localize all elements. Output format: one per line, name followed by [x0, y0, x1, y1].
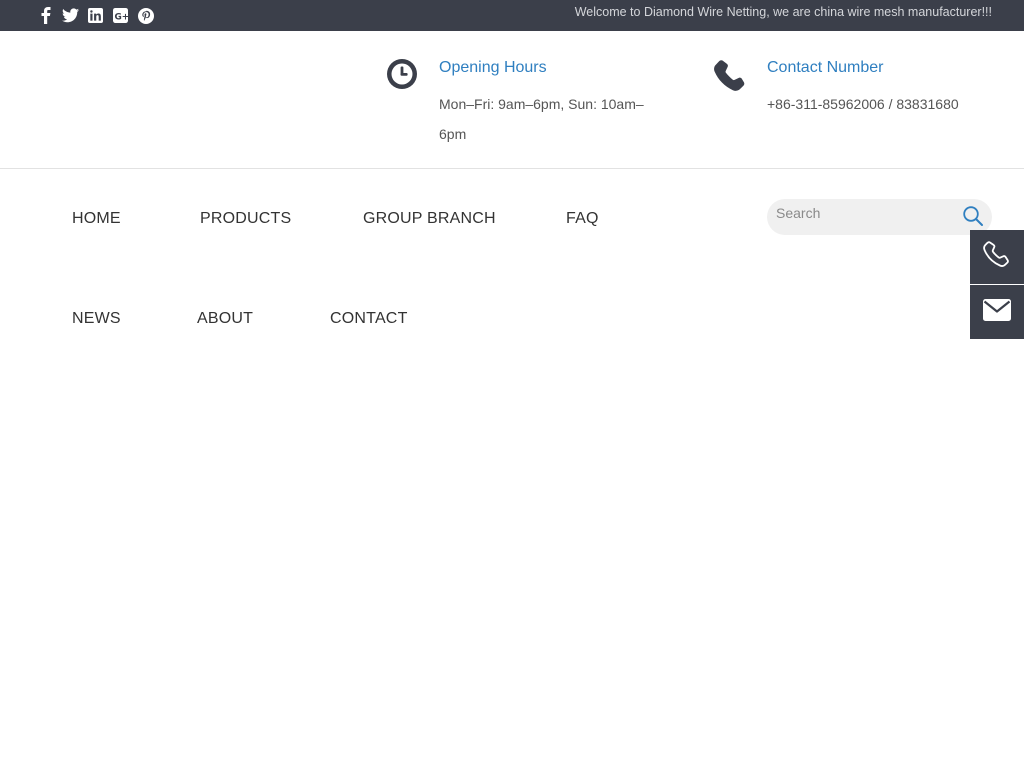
contact-number-title: Contact Number: [767, 59, 884, 76]
google-plus-icon[interactable]: G+: [111, 6, 130, 25]
top-bar: G+ Welcome to Diamond Wire Netting, we a…: [0, 0, 1024, 31]
nav-item-products[interactable]: PRODUCTS: [200, 210, 291, 228]
social-links: G+: [36, 6, 155, 26]
phone-icon: [713, 59, 749, 95]
float-phone-button[interactable]: [970, 230, 1024, 284]
opening-hours-title: Opening Hours: [439, 59, 547, 76]
svg-text:G+: G+: [115, 12, 129, 22]
opening-hours-text: Mon–Fri: 9am–6pm, Sun: 10am–6pm: [439, 96, 644, 142]
search-input[interactable]: [767, 199, 957, 235]
phone-icon: [982, 240, 1012, 275]
clock-icon: [385, 59, 421, 95]
facebook-icon[interactable]: [36, 6, 55, 25]
linkedin-icon[interactable]: [86, 6, 105, 25]
contact-number-block: Contact Number +86-311-85962006 / 838316…: [713, 59, 1003, 119]
welcome-message: Welcome to Diamond Wire Netting, we are …: [574, 5, 992, 19]
header: Opening Hours Mon–Fri: 9am–6pm, Sun: 10a…: [0, 31, 1024, 169]
search-box: [767, 199, 992, 235]
nav-item-contact[interactable]: CONTACT: [330, 310, 408, 328]
twitter-icon[interactable]: [61, 6, 80, 25]
float-email-button[interactable]: [970, 285, 1024, 339]
floating-contact-bar: [970, 230, 1024, 339]
search-icon[interactable]: [962, 205, 984, 227]
nav-item-faq[interactable]: FAQ: [566, 210, 599, 228]
nav-item-about[interactable]: ABOUT: [197, 310, 253, 328]
nav-item-home[interactable]: HOME: [72, 210, 121, 228]
opening-hours-block: Opening Hours Mon–Fri: 9am–6pm, Sun: 10a…: [385, 59, 685, 159]
contact-number-text[interactable]: +86-311-85962006 / 83831680: [767, 89, 959, 119]
email-icon: [983, 298, 1011, 326]
pinterest-icon[interactable]: [136, 6, 155, 25]
nav-item-news[interactable]: NEWS: [72, 310, 121, 328]
nav-item-group-branch[interactable]: GROUP BRANCH: [363, 210, 496, 228]
